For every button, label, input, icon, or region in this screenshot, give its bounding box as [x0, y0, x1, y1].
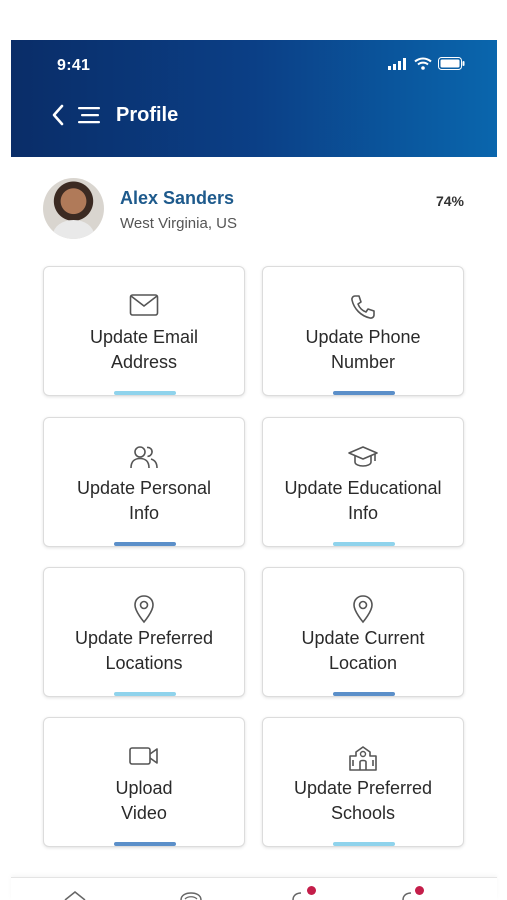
notification-badge [307, 886, 316, 895]
school-building-icon [263, 744, 463, 772]
update-personal-info-card[interactable]: Update Personal Info [43, 417, 245, 547]
graduation-cap-icon [263, 444, 463, 472]
hamburger-menu-icon[interactable] [78, 104, 102, 126]
card-progress-bar [333, 842, 395, 846]
card-progress-bar [114, 842, 176, 846]
update-current-location-card[interactable]: Update Current Location [262, 567, 464, 697]
phone-icon [263, 293, 463, 321]
card-label: Update Current Location [301, 628, 425, 673]
notification-badge [415, 886, 424, 895]
people-icon [44, 444, 244, 472]
update-preferred-schools-card[interactable]: Update Preferred Schools [262, 717, 464, 847]
app-header: 9:41 Profile [11, 40, 497, 157]
update-email-card[interactable]: Update Email Address [43, 266, 245, 396]
back-arrow-icon[interactable] [51, 102, 69, 128]
card-progress-bar [114, 391, 176, 395]
location-pin-icon [263, 594, 463, 624]
notifications-tab-icon[interactable] [291, 886, 321, 900]
profile-completion: 74% [435, 193, 464, 209]
update-phone-card[interactable]: Update Phone Number [262, 266, 464, 396]
profile-summary: Alex Sanders West Virginia, US 74% [43, 178, 467, 242]
battery-icon [438, 57, 465, 75]
card-label: Update Preferred Locations [74, 628, 214, 673]
card-progress-bar [333, 692, 395, 696]
bottom-tab-bar [11, 877, 497, 900]
wifi-icon [414, 57, 432, 75]
card-label: Update Phone Number [305, 327, 421, 372]
card-progress-bar [114, 692, 176, 696]
upload-video-card[interactable]: Upload Video [43, 717, 245, 847]
card-label: Update Educational Info [284, 478, 442, 523]
messages-tab-icon[interactable] [179, 888, 209, 900]
card-progress-bar [114, 542, 176, 546]
envelope-icon [44, 293, 244, 321]
user-name: Alex Sanders [120, 188, 235, 208]
home-tab-icon[interactable] [63, 888, 93, 900]
card-progress-bar [333, 542, 395, 546]
card-label: Update Personal Info [76, 478, 212, 523]
status-icons [388, 57, 465, 75]
page-title: Profile [116, 103, 179, 126]
card-label: Upload Video [115, 778, 173, 823]
card-label: Update Preferred Schools [293, 778, 433, 823]
card-progress-bar [333, 391, 395, 395]
user-location: West Virginia, US [120, 215, 237, 232]
signal-icon [388, 57, 408, 75]
video-camera-icon [44, 744, 244, 772]
card-label: Update Email Address [89, 327, 199, 372]
update-preferred-locations-card[interactable]: Update Preferred Locations [43, 567, 245, 697]
account-tab-icon[interactable] [401, 886, 431, 900]
avatar[interactable] [43, 178, 104, 239]
status-time: 9:41 [57, 57, 91, 74]
header-nav: Profile [51, 102, 178, 128]
location-pin-icon [44, 594, 244, 624]
update-educational-info-card[interactable]: Update Educational Info [262, 417, 464, 547]
